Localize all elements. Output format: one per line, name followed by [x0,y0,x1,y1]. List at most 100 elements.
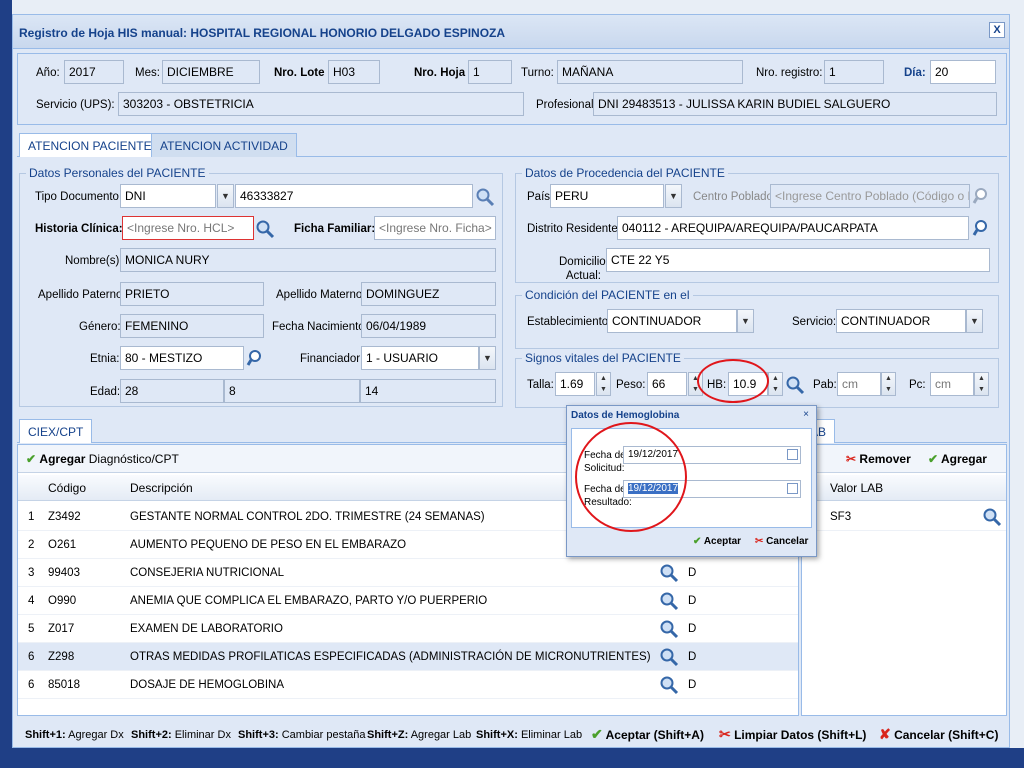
table-row[interactable]: 5 Z017 EXAMEN DE LABORATORIO D [18,615,798,643]
row-code: 99403 [48,567,80,579]
status-bar: Shift+1: Agregar Dx Shift+2: Eliminar Dx… [13,721,1009,747]
row-description: OTRAS MEDIDAS PROFILATICAS ESPECIFICADAS… [130,651,651,663]
anio-field[interactable]: 2017 [64,60,124,84]
talla-input[interactable]: 1.69 [555,372,595,396]
slide-bottom-bar [0,748,1024,768]
mes-field[interactable]: DICIEMBRE [162,60,260,84]
paterno-field[interactable]: PRIETO [120,282,264,306]
remover-lab-button[interactable]: ✂ Remover [846,452,911,466]
financiador-select[interactable]: 1 - USUARIO [361,346,479,370]
nro-doc-input[interactable]: 46333827 [235,184,473,208]
row-tipo: D [688,679,697,691]
annotation-circle-dates [575,422,687,532]
materno-field[interactable]: DOMINGUEZ [361,282,496,306]
financiador-dropdown[interactable]: ▼ [479,346,496,370]
genero-label: Género: [79,321,121,333]
hb-spinner[interactable]: ▲ ▼ [768,372,783,396]
pc-input[interactable]: cm [930,372,974,396]
establecimiento-label: Establecimiento: [527,316,612,328]
limpiar-button[interactable]: ✂ Limpiar Datos (Shift+L) [719,726,866,743]
search-dx-icon[interactable] [659,647,679,667]
genero-field[interactable]: FEMENINO [120,314,264,338]
agregar-lab-button[interactable]: ✔ Agregar [928,452,987,466]
establecimiento-select[interactable]: CONTINUADOR [607,309,737,333]
ficha-input[interactable]: <Ingrese Nro. Ficha> [374,216,496,240]
condicion-servicio-dropdown[interactable]: ▼ [966,309,983,333]
domicilio-field[interactable]: CTE 22 Y5 [606,248,990,272]
edad-anios-field[interactable]: 28 [120,379,224,403]
row-code: O990 [48,595,77,607]
cancelar-button[interactable]: ✘ Cancelar (Shift+C) [879,726,998,743]
search-lab-icon[interactable] [982,507,1002,527]
personales-title: Datos Personales del PACIENTE [26,166,209,180]
add-dx-button[interactable]: ✔ Agregar Diagnóstico/CPT [26,452,179,466]
search-doc-icon[interactable] [475,187,495,207]
search-hcl-icon[interactable] [255,219,275,239]
aceptar-button[interactable]: ✔ Aceptar (Shift+A) [591,726,704,743]
search-etnia-icon[interactable] [246,348,266,368]
col-codigo[interactable]: Código [48,481,86,495]
pais-dropdown[interactable]: ▼ [665,184,682,208]
hemoglobina-close-button[interactable]: × [800,409,812,421]
row-description: AUMENTO PEQUENO DE PESO EN EL EMBARAZO [130,539,407,551]
signos-title: Signos vitales del PACIENTE [522,351,684,365]
edad-dias-field[interactable]: 14 [360,379,496,403]
pais-select[interactable]: PERU [550,184,664,208]
turno-field[interactable]: MAÑANA [557,60,743,84]
window-title: Registro de Hoja HIS manual: HOSPITAL RE… [19,26,506,40]
pab-spinner[interactable]: ▲ ▼ [881,372,896,396]
hoja-field[interactable]: 1 [468,60,512,84]
tab-atencion-paciente[interactable]: ATENCION PACIENTE [19,133,161,157]
dlg-cancelar-button[interactable]: ✂ Cancelar [755,536,808,547]
dlg-aceptar-button[interactable]: ✔ Aceptar [693,536,741,547]
registro-field[interactable]: 1 [824,60,884,84]
turno-label: Turno: [521,67,554,79]
resultado-calendar-icon[interactable] [787,483,798,494]
hcl-input[interactable]: <Ingrese Nro. HCL> [122,216,254,240]
anio-label: Año: [36,67,60,79]
row-number: 4 [28,595,35,607]
lab-row[interactable]: SF3 [802,503,1006,531]
talla-spinner[interactable]: ▲ ▼ [596,372,611,396]
servicio-field[interactable]: 303203 - OBSTETRICIA [118,92,524,116]
search-dx-icon[interactable] [659,675,679,695]
tab-ciex-cpt[interactable]: CIEX/CPT [19,419,93,443]
col-descripcion[interactable]: Descripción [130,481,193,495]
tab-atencion-actividad[interactable]: ATENCION ACTIVIDAD [151,133,297,157]
search-distrito-icon[interactable] [971,218,991,238]
nacimiento-field[interactable]: 06/04/1989 [361,314,496,338]
condicion-servicio-select[interactable]: CONTINUADOR [836,309,966,333]
row-description: DOSAJE DE HEMOGLOBINA [130,679,285,691]
centro-input[interactable]: <Ingrese Centro Poblado (Código o De [770,184,970,208]
peso-input[interactable]: 66 [647,372,687,396]
table-row[interactable]: 3 99403 CONSEJERIA NUTRICIONAL D [18,559,798,587]
search-dx-icon[interactable] [659,591,679,611]
table-row[interactable]: 6 85018 DOSAJE DE HEMOGLOBINA D [18,671,798,699]
search-hb-icon[interactable] [785,375,805,395]
nombres-field[interactable]: MONICA NURY [120,248,496,272]
mes-label: Mes: [135,67,160,79]
solicitud-calendar-icon[interactable] [787,449,798,460]
pc-spinner[interactable]: ▲ ▼ [974,372,989,396]
dia-field[interactable]: 20 [930,60,996,84]
lote-field[interactable]: H03 [328,60,380,84]
edad-meses-field[interactable]: 8 [224,379,360,403]
profesional-field[interactable]: DNI 29483513 - JULISSA KARIN BUDIEL SALG… [593,92,997,116]
shortcut-eliminar-dx: Shift+2: Eliminar Dx [131,729,231,741]
main-tabs: ATENCION PACIENTE ATENCION ACTIVIDAD [17,129,1007,157]
search-centro-icon[interactable] [971,186,991,206]
distrito-field[interactable]: 040112 - AREQUIPA/AREQUIPA/PAUCARPATA [617,216,969,240]
table-row[interactable]: 4 O990 ANEMIA QUE COMPLICA EL EMBARAZO, PA… [18,587,798,615]
establecimiento-dropdown[interactable]: ▼ [737,309,754,333]
close-button[interactable]: X [989,22,1005,38]
shortcut-agregar-lab: Shift+Z: Agregar Lab [367,729,472,741]
row-description: GESTANTE NORMAL CONTROL 2DO. TRIMESTRE (… [130,511,485,523]
table-row[interactable]: 6 Z298 OTRAS MEDIDAS PROFILATICAS ESPECIFI… [18,643,798,671]
pab-input[interactable]: cm [837,372,881,396]
tipo-doc-dropdown[interactable]: ▼ [217,184,234,208]
col-valor-lab[interactable]: Valor LAB [830,481,883,495]
search-dx-icon[interactable] [659,563,679,583]
tipo-doc-select[interactable]: DNI [120,184,216,208]
search-dx-icon[interactable] [659,619,679,639]
etnia-field[interactable]: 80 - MESTIZO [120,346,244,370]
